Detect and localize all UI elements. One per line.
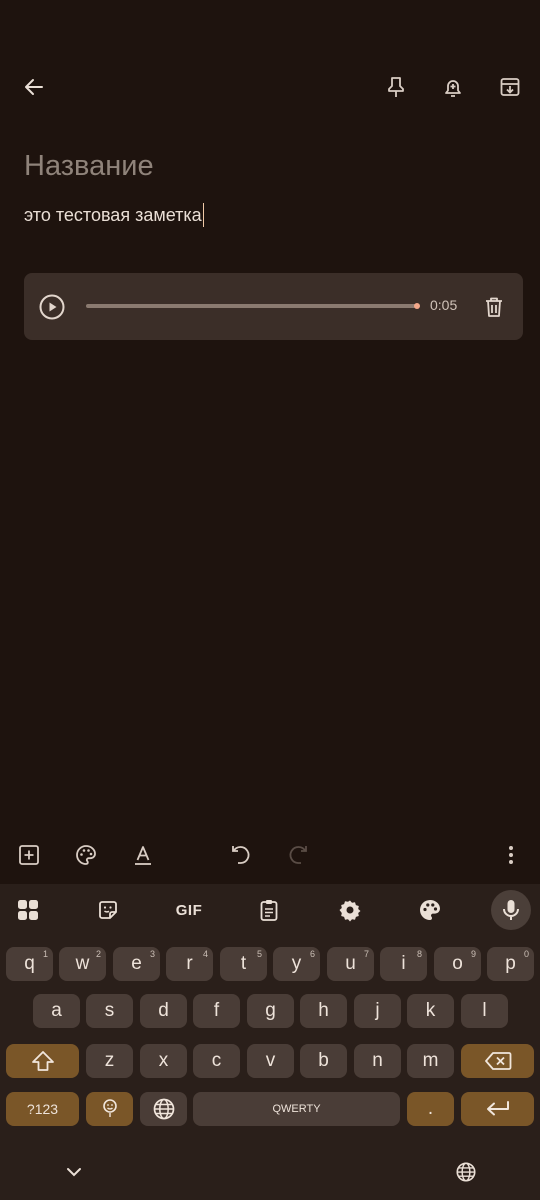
key-l[interactable]: l [461,994,508,1028]
symbols-key[interactable]: ?123 [6,1092,79,1126]
globe-icon [456,1162,476,1182]
key-z[interactable]: z [86,1044,133,1078]
apps-grid-icon [18,900,38,920]
shift-key[interactable] [6,1044,79,1078]
note-title-placeholder[interactable]: Название [24,150,154,183]
text-format-button[interactable] [124,832,162,878]
key-d[interactable]: d [140,994,187,1028]
archive-button[interactable] [490,64,530,110]
switch-language-button[interactable] [448,1154,484,1190]
key-e[interactable]: e3 [113,947,160,981]
key-i[interactable]: i8 [380,947,427,981]
keyboard-settings-button[interactable] [330,890,370,930]
gif-label: GIF [175,901,203,919]
pin-button[interactable] [376,64,416,110]
note-body-text: это тестовая заметка [24,205,202,225]
space-key[interactable]: QWERTY [193,1092,400,1126]
clipboard-icon [260,900,278,921]
undo-button[interactable] [222,832,260,878]
shift-icon [31,1051,54,1071]
language-key[interactable] [140,1092,187,1126]
delete-audio-button[interactable] [478,291,510,323]
trash-icon [486,297,502,317]
key-h[interactable]: h [300,994,347,1028]
text-caret [202,203,205,227]
reminder-button[interactable] [433,64,473,110]
key-s[interactable]: s [86,994,133,1028]
archive-icon [500,78,520,96]
more-options-button[interactable] [494,832,528,878]
key-b[interactable]: b [300,1044,347,1078]
emoji-icon [102,1099,117,1117]
key-g[interactable]: g [247,994,294,1028]
key-n[interactable]: n [354,1044,401,1078]
pin-icon [388,77,404,97]
enter-icon [486,1101,509,1116]
editor-toolbar [0,830,540,880]
audio-progress-handle[interactable] [414,303,420,309]
key-j[interactable]: j [354,994,401,1028]
keyboard-apps-button[interactable] [8,890,48,930]
clipboard-button[interactable] [249,890,289,930]
key-v[interactable]: v [247,1044,294,1078]
hide-keyboard-button[interactable] [56,1154,92,1190]
enter-key[interactable] [461,1092,534,1126]
arrow-left-icon [25,79,43,95]
background-color-button[interactable] [67,832,105,878]
redo-icon [289,846,307,864]
sticker-button[interactable] [88,890,128,930]
backspace-icon [484,1052,511,1070]
more-vert-icon [509,846,513,864]
gif-button[interactable]: GIF [166,890,212,930]
globe-icon [153,1098,174,1120]
emoji-key[interactable] [86,1092,133,1126]
audio-duration: 0:05 [430,297,458,313]
key-t[interactable]: t5 [220,947,267,981]
key-k[interactable]: k [407,994,454,1028]
key-f[interactable]: f [193,994,240,1028]
backspace-key[interactable] [461,1044,534,1078]
key-o[interactable]: o9 [434,947,481,981]
note-body-field[interactable]: это тестовая заметка [24,203,205,227]
play-button[interactable] [36,291,68,323]
voice-input-button[interactable] [491,890,531,930]
key-c[interactable]: c [193,1044,240,1078]
back-button[interactable] [14,64,54,110]
palette-icon [420,900,440,920]
text-format-icon [135,846,151,865]
keyboard-toolbar: GIF [0,884,540,936]
add-content-button[interactable] [10,832,48,878]
bell-plus-icon [445,80,461,97]
play-circle-icon [39,294,65,320]
chevron-down-icon [67,1168,81,1177]
top-app-bar [0,62,540,112]
key-r[interactable]: r4 [166,947,213,981]
keyboard-theme-button[interactable] [410,890,450,930]
keyboard-nav-bar [0,1148,540,1200]
key-m[interactable]: m [407,1044,454,1078]
settings-icon [339,900,361,922]
key-q[interactable]: q1 [6,947,53,981]
key-p[interactable]: p0 [487,947,534,981]
key-x[interactable]: x [140,1044,187,1078]
palette-icon [76,845,96,865]
audio-progress-track[interactable] [86,303,420,309]
key-w[interactable]: w2 [59,947,106,981]
key-y[interactable]: y6 [273,947,320,981]
mic-icon [503,900,519,920]
on-screen-keyboard: GIF q 1 w 2 e 3 r 4 t 5 y 6 u 7 i 8 o 9 … [0,884,540,1200]
add-box-icon [19,845,39,865]
key-a[interactable]: a [33,994,80,1028]
undo-icon [232,846,250,864]
key-u[interactable]: u7 [327,947,374,981]
period-key[interactable]: . [407,1092,454,1126]
sticker-icon [99,901,117,919]
audio-recording-card: 0:05 [24,273,523,340]
redo-button[interactable] [279,832,317,878]
